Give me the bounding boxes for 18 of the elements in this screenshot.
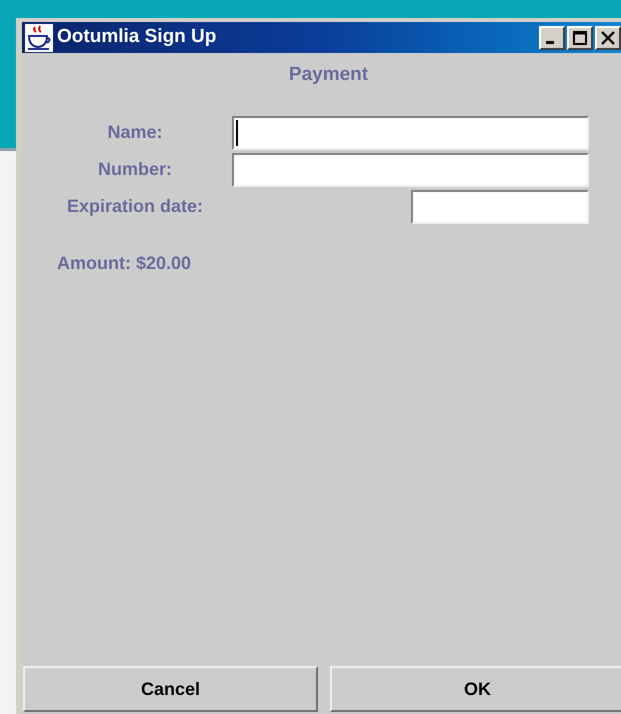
input-field[interactable] — [232, 116, 589, 150]
input-field[interactable] — [411, 190, 589, 224]
field-label: Number: — [98, 158, 172, 181]
dialog-button[interactable]: OK — [330, 666, 621, 712]
close-button[interactable] — [595, 26, 621, 50]
maximize-icon — [573, 30, 587, 44]
field-label: Name: — [107, 121, 163, 144]
close-icon — [601, 30, 615, 44]
minimize-button[interactable] — [539, 26, 565, 50]
window-title: Ootumlia Sign Up — [57, 25, 216, 50]
input-field[interactable] — [232, 152, 589, 186]
field-label: Expiration date: — [66, 195, 204, 218]
cup-icon — [25, 24, 53, 52]
section-heading: Payment — [288, 63, 368, 87]
dialog-button[interactable]: Cancel — [23, 666, 318, 712]
maximize-button[interactable] — [567, 26, 593, 50]
amount-text: Amount: $20.00 — [57, 252, 192, 272]
minimize-icon — [546, 41, 554, 44]
